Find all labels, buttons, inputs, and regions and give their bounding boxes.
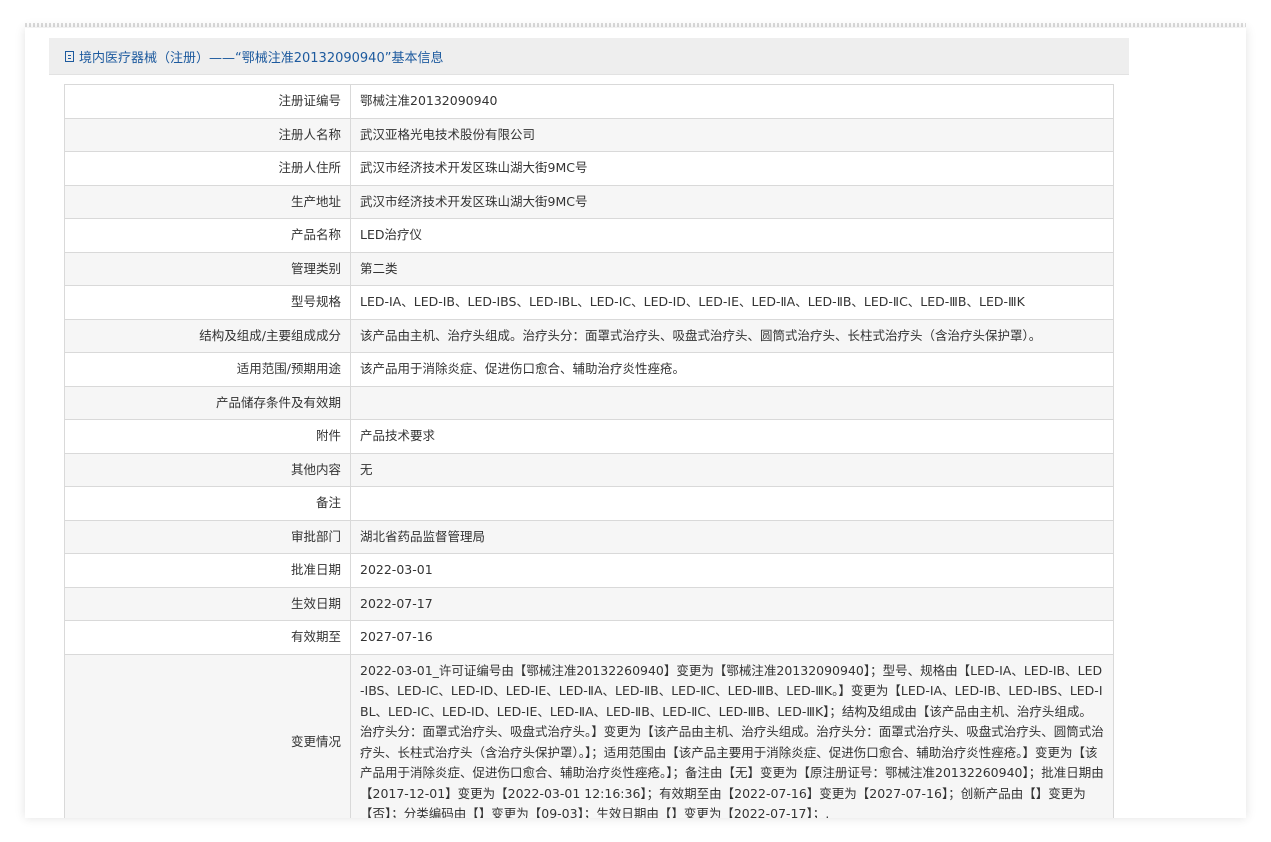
panel-header: 境内医疗器械（注册）——“鄂械注准20132090940”基本信息 bbox=[49, 38, 1129, 75]
row-label: 生产地址 bbox=[64, 184, 351, 219]
row-label: 生效日期 bbox=[64, 586, 351, 621]
document-icon bbox=[65, 50, 74, 62]
row-value: 该产品用于消除炎症、促进伤口愈合、辅助治疗炎性痤疮。 bbox=[350, 352, 1114, 387]
table-row: 注册人名称 武汉亚格光电技术股份有限公司 bbox=[64, 117, 1114, 152]
table-row: 备注 bbox=[64, 486, 1114, 521]
table-row: 产品储存条件及有效期 bbox=[64, 385, 1114, 420]
row-value: LED-ⅠA、LED-ⅠB、LED-ⅠBS、LED-ⅠBL、LED-ⅠC、LED… bbox=[350, 285, 1114, 320]
row-value: 2022-07-17 bbox=[350, 586, 1114, 621]
table-row: 产品名称 LED治疗仪 bbox=[64, 218, 1114, 253]
row-label: 型号规格 bbox=[64, 285, 351, 320]
info-panel: 境内医疗器械（注册）——“鄂械注准20132090940”基本信息 注册证编号鄂… bbox=[49, 38, 1129, 818]
row-label: 产品储存条件及有效期 bbox=[64, 385, 351, 420]
row-label: 注册人名称 bbox=[64, 117, 351, 152]
row-value bbox=[350, 385, 1114, 420]
row-value: 鄂械注准20132090940 bbox=[350, 84, 1114, 119]
row-label: 注册证编号 bbox=[64, 84, 351, 119]
table-row: 生产地址 武汉市经济技术开发区珠山湖大街9MC号 bbox=[64, 184, 1114, 219]
row-value: 武汉亚格光电技术股份有限公司 bbox=[350, 117, 1114, 152]
row-value: 2027-07-16 bbox=[350, 620, 1114, 655]
table-row: 型号规格 LED-ⅠA、LED-ⅠB、LED-ⅠBS、LED-ⅠBL、LED-ⅠC… bbox=[64, 285, 1114, 320]
row-value: 湖北省药品监督管理局 bbox=[350, 519, 1114, 554]
row-label: 注册人住所 bbox=[64, 151, 351, 186]
table-row: 注册证编号 鄂械注准20132090940 bbox=[64, 84, 1114, 119]
table-row: 管理类别 第二类 bbox=[64, 251, 1114, 286]
table-row: 适用范围/预期用途 该产品用于消除炎症、促进伤口愈合、辅助治疗炎性痤疮。 bbox=[64, 352, 1114, 387]
row-label: 审批部门 bbox=[64, 519, 351, 554]
row-value: LED治疗仪 bbox=[350, 218, 1114, 253]
info-table: 注册证编号 鄂械注准20132090940 注册人名称 武汉亚格光电技术股份有限公司注… bbox=[64, 84, 1114, 818]
table-row: 变更情况 2022-03-01_许可证编号由【鄂械注准20132260940】变更… bbox=[64, 653, 1114, 818]
row-label: 备注 bbox=[64, 486, 351, 521]
table-row: 注册人住所 武汉市经济技术开发区珠山湖大街9MC号 bbox=[64, 151, 1114, 186]
table-row: 有效期至 2027-07-16 bbox=[64, 620, 1114, 655]
table-row: 结构及组成/主要组成成分 该产品由主机、治疗头组成。治疗头分：面罩式治疗头、吸盘式… bbox=[64, 318, 1114, 353]
table-row: 审批部门 湖北省药品监督管理局 bbox=[64, 519, 1114, 554]
row-label: 适用范围/预期用途 bbox=[64, 352, 351, 387]
table-row: 附件 产品技术要求 bbox=[64, 419, 1114, 454]
row-label: 其他内容 bbox=[64, 452, 351, 487]
content-frame: 境内医疗器械（注册）——“鄂械注准20132090940”基本信息 注册证编号鄂… bbox=[25, 28, 1246, 818]
table-row: 其他内容无 bbox=[64, 452, 1114, 487]
row-value: 2022-03-01 bbox=[350, 553, 1114, 588]
row-label: 产品名称 bbox=[64, 218, 351, 253]
row-label: 结构及组成/主要组成成分 bbox=[64, 318, 351, 353]
row-value: 武汉市经济技术开发区珠山湖大街9MC号 bbox=[350, 184, 1114, 219]
row-label: 附件 bbox=[64, 419, 351, 454]
row-value: 产品技术要求 bbox=[350, 419, 1114, 454]
row-value: 该产品由主机、治疗头组成。治疗头分：面罩式治疗头、吸盘式治疗头、圆筒式治疗头、长… bbox=[350, 318, 1114, 353]
row-value: 无 bbox=[350, 452, 1114, 487]
table-row: 生效日期 2022-07-17 bbox=[64, 586, 1114, 621]
row-value bbox=[350, 486, 1114, 521]
top-border-decoration bbox=[25, 23, 1246, 27]
row-label: 管理类别 bbox=[64, 251, 351, 286]
row-value: 武汉市经济技术开发区珠山湖大街9MC号 bbox=[350, 151, 1114, 186]
row-label: 变更情况 bbox=[64, 653, 351, 818]
row-value: 第二类 bbox=[350, 251, 1114, 286]
row-label: 有效期至 bbox=[64, 620, 351, 655]
table-row: 批准日期 2022-03-01 bbox=[64, 553, 1114, 588]
row-label: 批准日期 bbox=[64, 553, 351, 588]
page-title: 境内医疗器械（注册）——“鄂械注准20132090940”基本信息 bbox=[79, 50, 444, 66]
row-value: 2022-03-01_许可证编号由【鄂械注准20132260940】变更为【鄂械… bbox=[350, 653, 1114, 818]
